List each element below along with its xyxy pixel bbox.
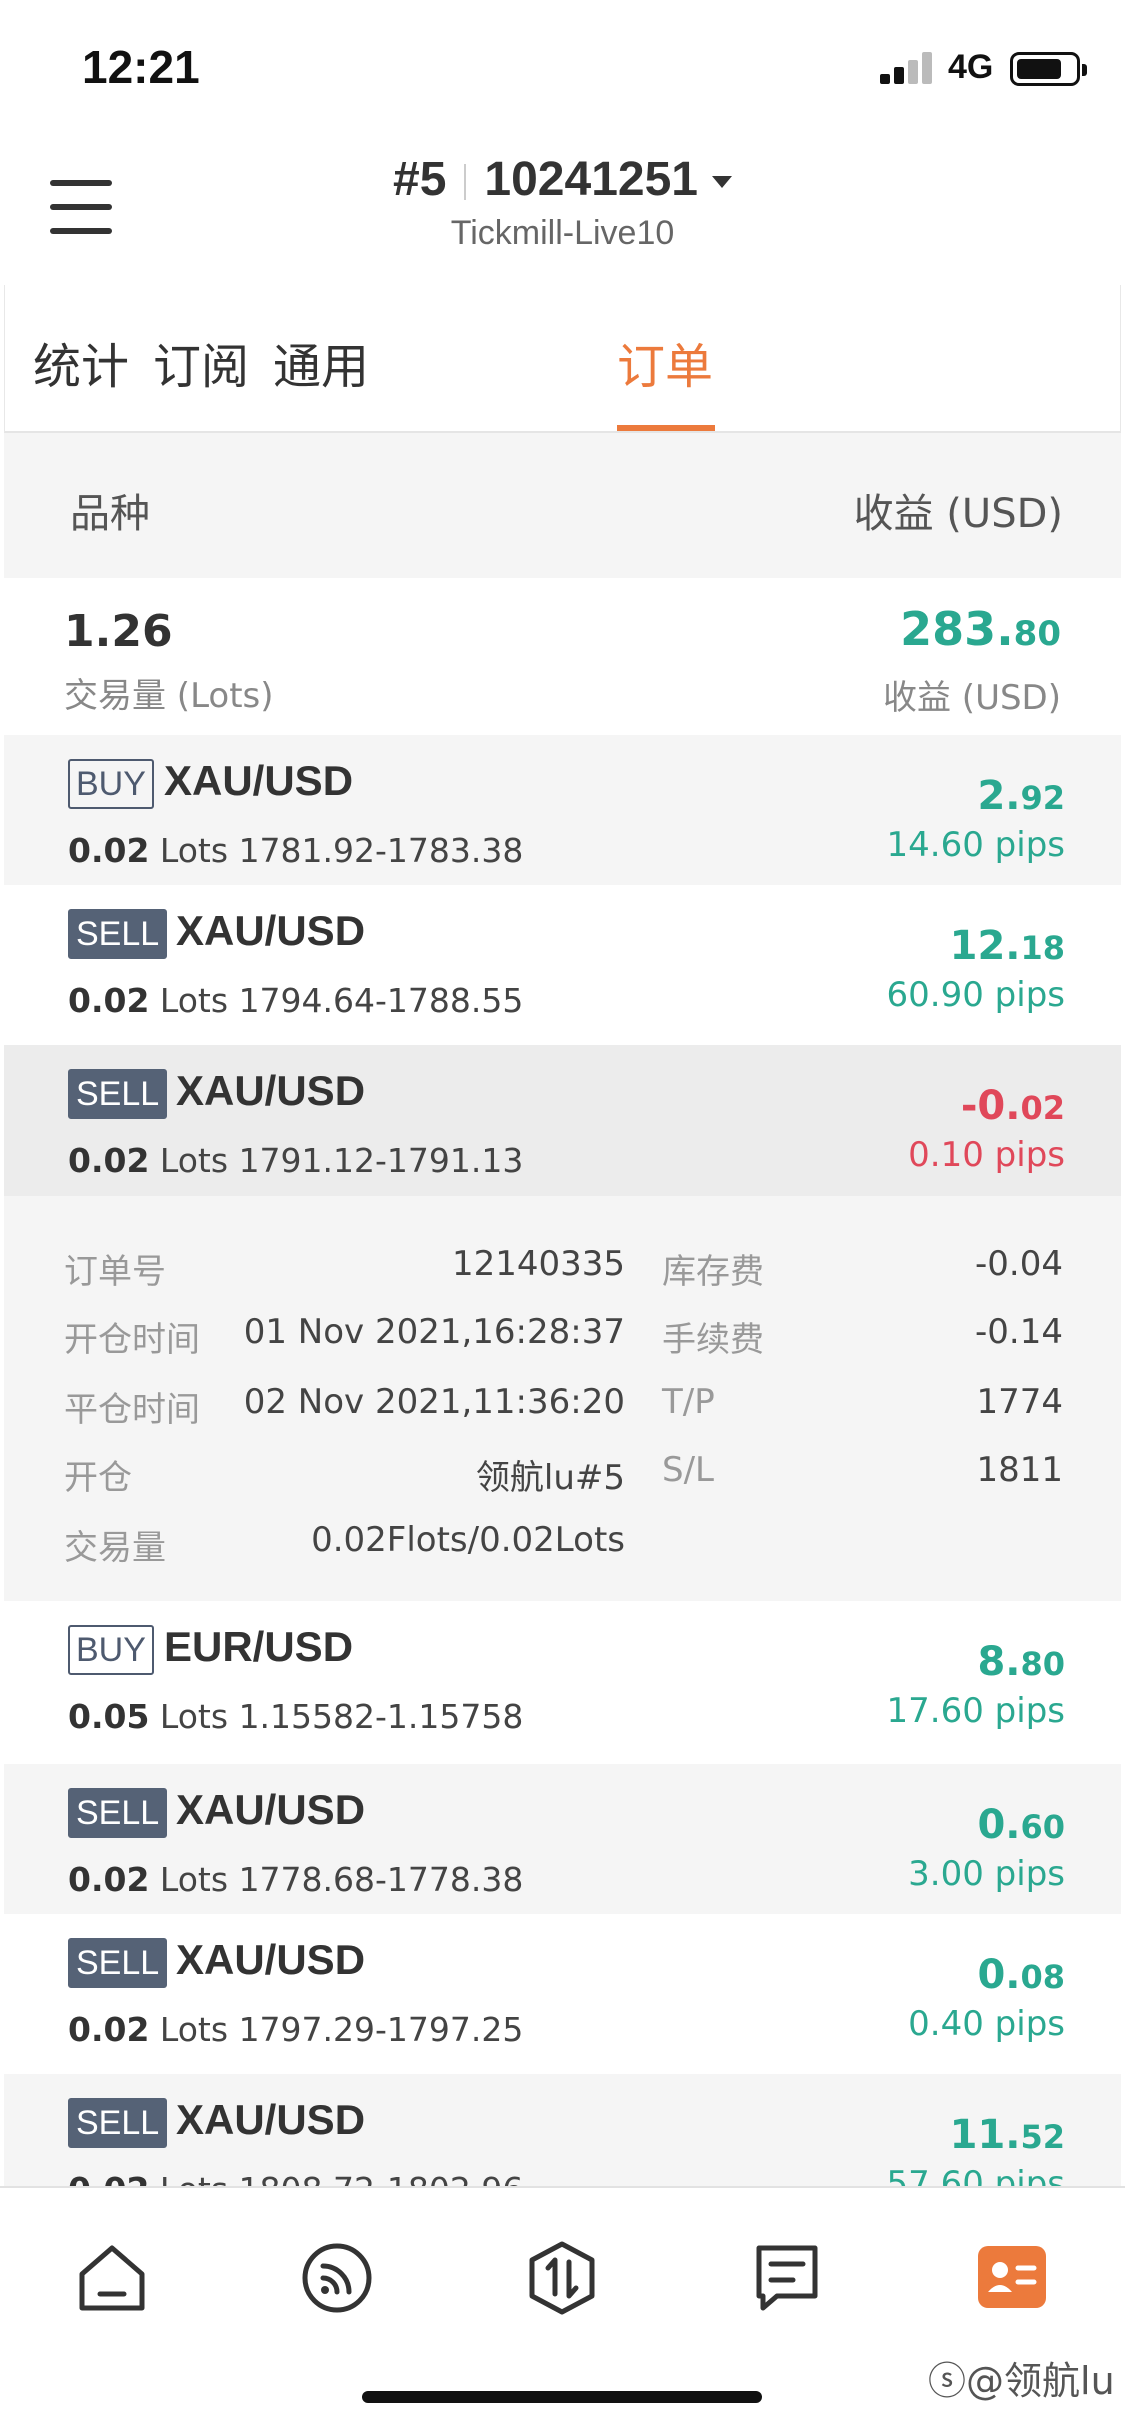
order-lots-range: 0.02 Lots 1808.72-1802.96 xyxy=(68,2170,523,2186)
order-symbol: XAU/USD xyxy=(176,2096,366,2143)
active-tab-indicator xyxy=(617,425,715,431)
order-lots-range: 0.02 Lots 1781.92-1783.38 xyxy=(68,831,524,870)
open-time-value: 01 Nov 2021,16:28:37 xyxy=(243,1312,625,1352)
tp-value: 1774 xyxy=(976,1382,1063,1422)
order-profit: 12.18 xyxy=(949,923,1065,969)
order-lots-range: 0.02 Lots 1797.29-1797.25 xyxy=(68,2010,524,2049)
order-lots-range: 0.05 Lots 1.15582-1.15758 xyxy=(68,1697,524,1736)
sell-badge: SELL xyxy=(68,909,168,959)
order-pips: 17.60 pips xyxy=(886,1691,1065,1731)
list-header: 品种 收益 (USD) xyxy=(4,433,1121,578)
tab-general[interactable]: 通用 xyxy=(273,327,369,397)
buy-badge: BUY xyxy=(68,759,154,809)
summary-row: 1.26 交易量 (Lots) 283.80 收益 (USD) xyxy=(4,578,1121,735)
order-symbol: XAU/USD xyxy=(176,1067,366,1114)
sell-badge: SELL xyxy=(68,1788,168,1838)
order-row[interactable]: SELL XAU/USD 0.02 Lots 1794.64-1788.55 1… xyxy=(4,885,1121,1045)
open-time-label: 开仓时间 xyxy=(64,1320,200,1360)
swap-value: -0.04 xyxy=(975,1244,1063,1284)
order-no-value: 12140335 xyxy=(451,1244,625,1284)
total-lots: 1.26 xyxy=(64,606,173,657)
app-header: #5 10241251 Tickmill-Live10 xyxy=(0,140,1125,285)
order-row[interactable]: BUY XAU/USD 0.02 Lots 1781.92-1783.38 2.… xyxy=(4,735,1121,885)
volume-value: 0.02Flots/0.02Lots xyxy=(311,1520,625,1560)
order-pips: 60.90 pips xyxy=(886,975,1065,1015)
tp-label: T/P xyxy=(662,1382,715,1422)
divider xyxy=(464,164,467,201)
order-pips: 0.10 pips xyxy=(908,1135,1065,1175)
sl-label: S/L xyxy=(662,1450,714,1490)
order-row[interactable]: SELL XAU/USD 0.02 Lots 1778.68-1778.38 0… xyxy=(4,1764,1121,1914)
order-row-selected[interactable]: SELL XAU/USD 0.02 Lots 1791.12-1791.13 -… xyxy=(4,1045,1121,1196)
order-pips: 0.40 pips xyxy=(908,2004,1065,2044)
order-row[interactable]: SELL XAU/USD 0.02 Lots 1808.72-1802.96 1… xyxy=(4,2074,1121,2186)
order-symbol: XAU/USD xyxy=(176,1936,366,1983)
account-selector[interactable]: #5 10241251 xyxy=(0,152,1125,207)
commission-label: 手续费 xyxy=(662,1320,764,1360)
order-lots-range: 0.02 Lots 1791.12-1791.13 xyxy=(68,1141,524,1180)
caret-down-icon xyxy=(711,176,732,189)
open-label: 开仓 xyxy=(64,1458,132,1498)
close-time-value: 02 Nov 2021,11:36:20 xyxy=(243,1382,625,1422)
cellular-signal-icon xyxy=(880,52,936,84)
order-symbol: XAU/USD xyxy=(176,907,366,954)
sell-badge: SELL xyxy=(68,2098,168,2148)
signal-feed-icon[interactable] xyxy=(297,2238,377,2318)
status-bar: 12:21 4G xyxy=(0,0,1125,140)
order-lots-range: 0.02 Lots 1794.64-1788.55 xyxy=(68,981,524,1020)
account-number: #5 xyxy=(393,153,447,206)
order-row[interactable]: BUY EUR/USD 0.05 Lots 1.15582-1.15758 8.… xyxy=(4,1601,1121,1764)
open-value: 领航lu#5 xyxy=(475,1458,625,1498)
order-profit: 0.60 xyxy=(977,1802,1065,1848)
message-icon[interactable] xyxy=(747,2238,827,2318)
total-lots-label: 交易量 (Lots) xyxy=(64,676,274,716)
close-time-label: 平仓时间 xyxy=(64,1390,200,1430)
sl-value: 1811 xyxy=(976,1450,1063,1490)
order-profit: 11.52 xyxy=(949,2112,1065,2158)
order-no-label: 订单号 xyxy=(64,1252,166,1292)
tab-statistics[interactable]: 统计 xyxy=(33,327,129,397)
order-symbol: XAU/USD xyxy=(176,1786,366,1833)
column-symbol: 品种 xyxy=(70,491,150,537)
profile-card-icon[interactable] xyxy=(972,2238,1052,2318)
order-lots-range: 0.02 Lots 1778.68-1778.38 xyxy=(68,1860,524,1899)
swap-label: 库存费 xyxy=(662,1252,764,1292)
sell-badge: SELL xyxy=(68,1938,168,1988)
buy-badge: BUY xyxy=(68,1625,154,1675)
sell-badge: SELL xyxy=(68,1069,168,1119)
status-time: 12:21 xyxy=(82,41,200,93)
order-pips: 3.00 pips xyxy=(908,1854,1065,1894)
order-profit: 8.80 xyxy=(977,1639,1065,1685)
account-id: 10241251 xyxy=(484,153,698,206)
network-type: 4G xyxy=(948,48,994,86)
order-symbol: XAU/USD xyxy=(164,757,354,804)
order-detail-panel: 订单号 12140335 开仓时间 01 Nov 2021,16:28:37 平… xyxy=(4,1196,1121,1601)
tab-subscription[interactable]: 订阅 xyxy=(153,327,249,397)
home-indicator xyxy=(362,2391,762,2403)
volume-label: 交易量 xyxy=(64,1528,166,1568)
battery-icon xyxy=(1010,52,1087,86)
total-profit: 283.80 xyxy=(900,602,1061,656)
tab-bar: 统计 订阅 通用 订单 xyxy=(4,285,1121,433)
total-profit-label: 收益 (USD) xyxy=(883,678,1061,718)
watermark: ⓢ@领航lu xyxy=(928,2359,1115,2403)
server-name: Tickmill-Live10 xyxy=(450,214,675,252)
tab-orders[interactable]: 订单 xyxy=(617,327,713,397)
trade-icon[interactable] xyxy=(522,2238,602,2318)
order-pips: 57.60 pips xyxy=(886,2164,1065,2186)
order-pips: 14.60 pips xyxy=(886,825,1065,865)
column-profit: 收益 (USD) xyxy=(853,491,1063,537)
commission-value: -0.14 xyxy=(975,1312,1063,1352)
order-row[interactable]: SELL XAU/USD 0.02 Lots 1797.29-1797.25 0… xyxy=(4,1914,1121,2074)
home-icon[interactable] xyxy=(72,2238,152,2318)
order-profit: -0.02 xyxy=(960,1083,1065,1129)
order-profit: 0.08 xyxy=(977,1952,1065,1998)
order-symbol: EUR/USD xyxy=(164,1623,354,1670)
order-profit: 2.92 xyxy=(977,773,1065,819)
